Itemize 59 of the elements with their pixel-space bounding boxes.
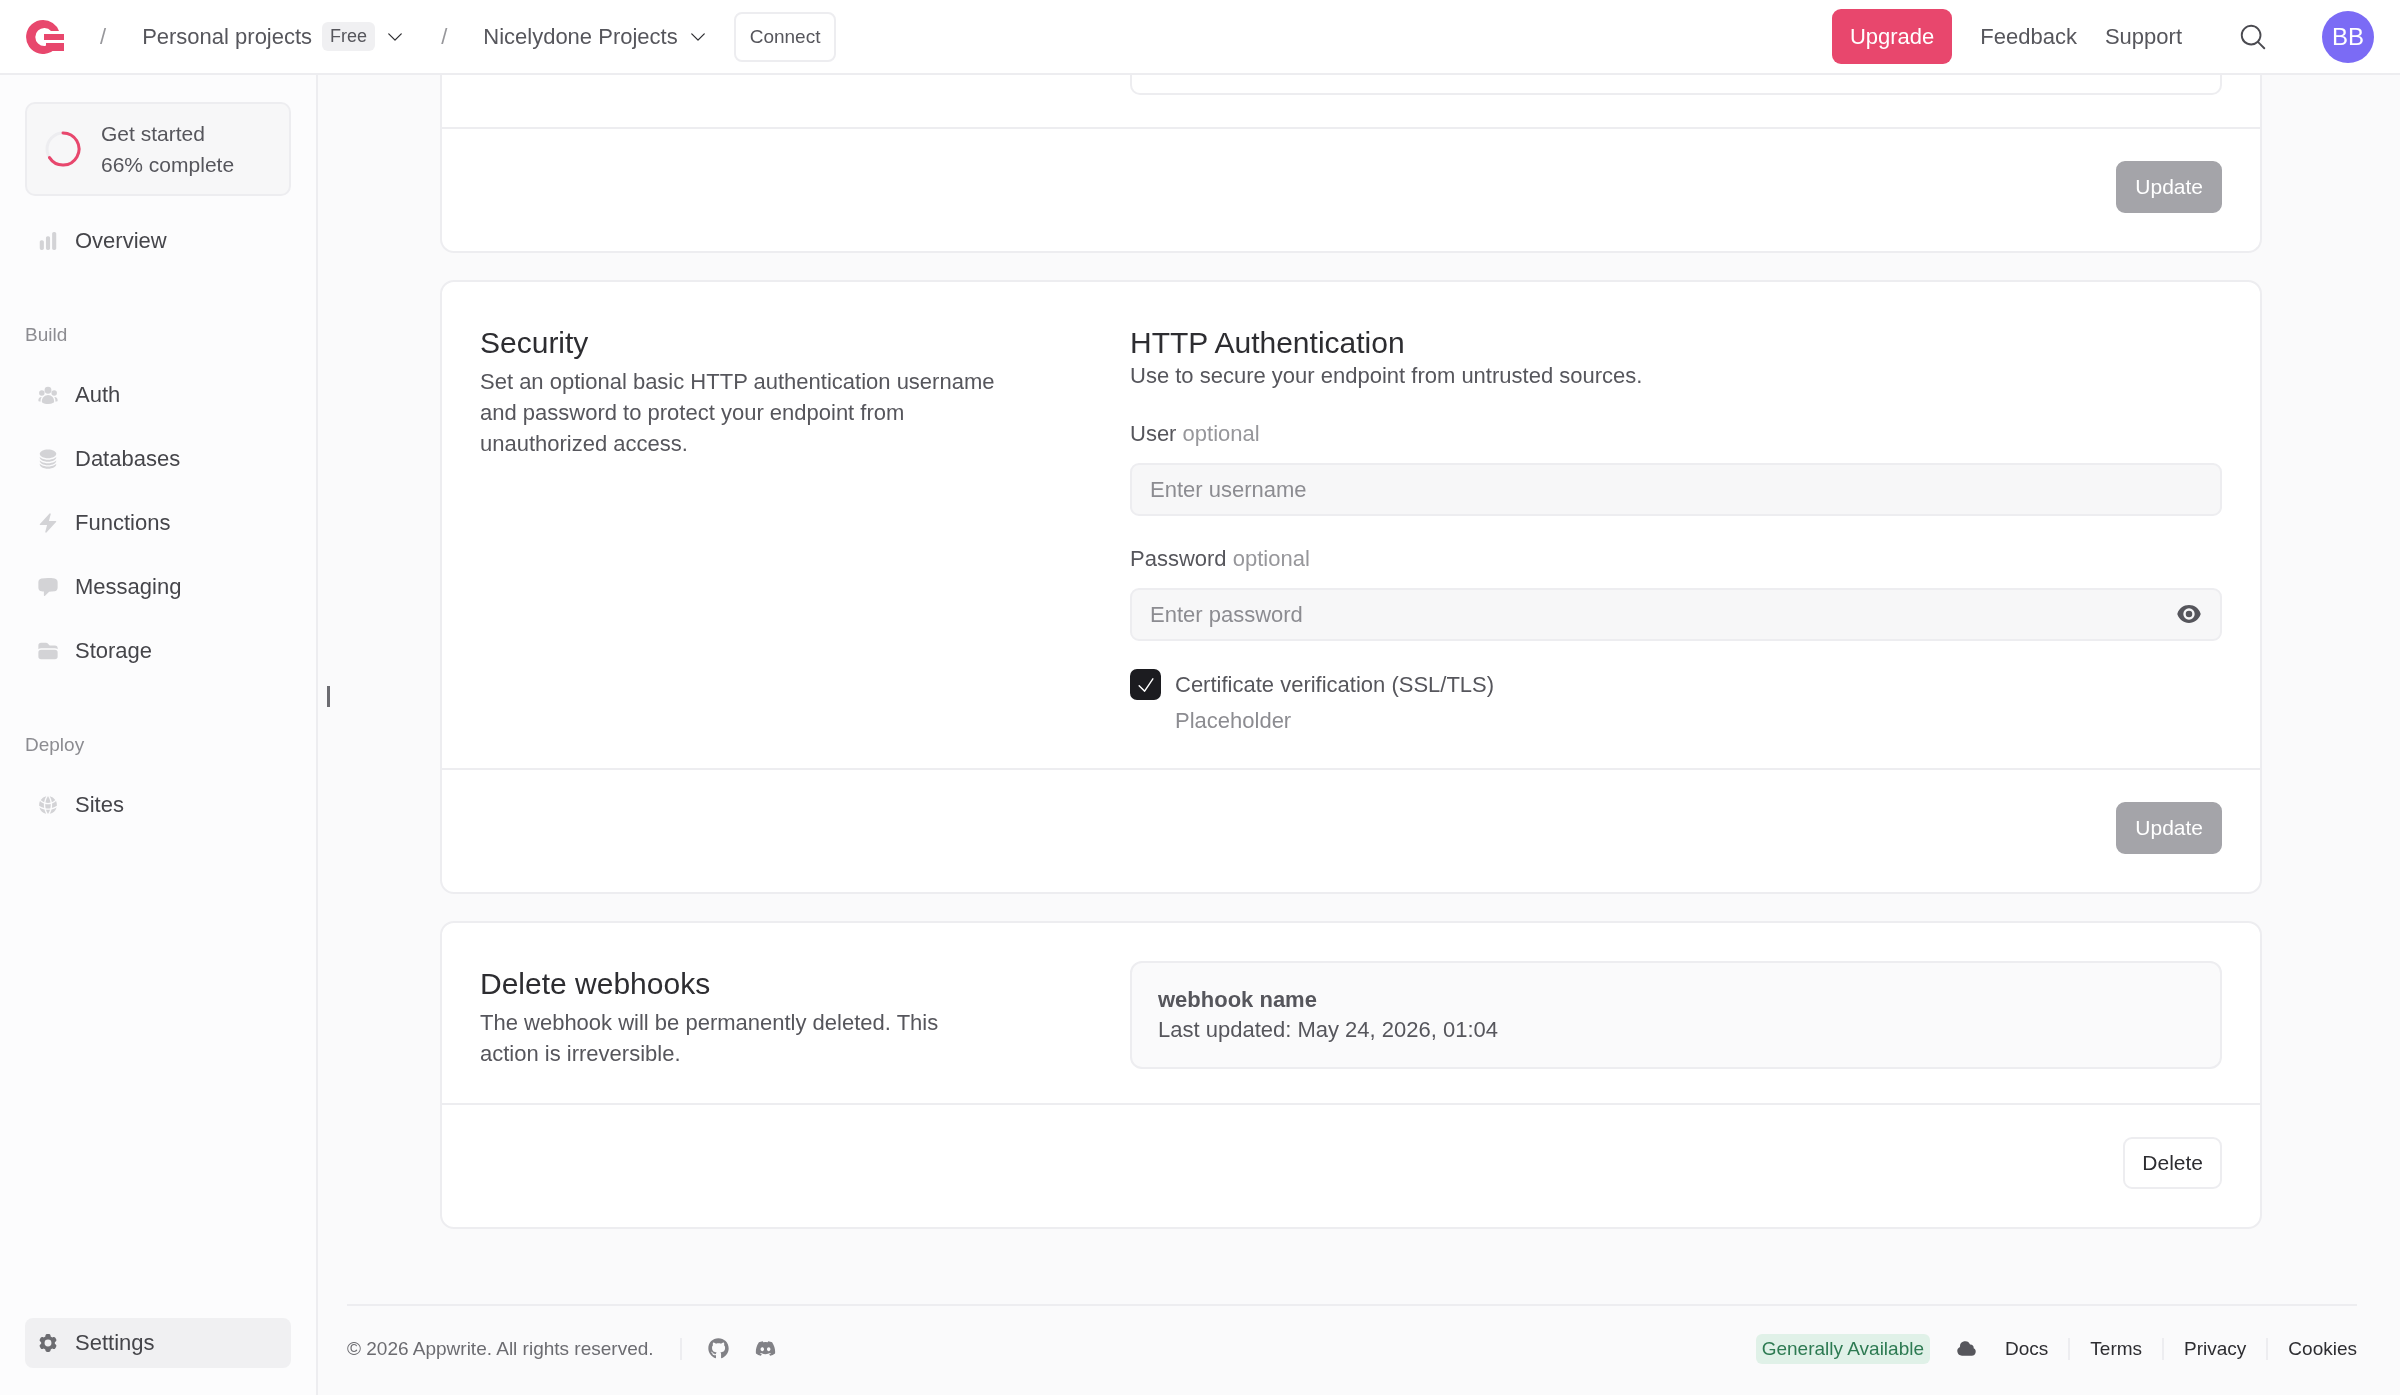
nav-item[interactable]: Settings [25, 1318, 291, 1368]
cloud-icon [1956, 1338, 1977, 1359]
footer-link[interactable]: Terms [2068, 1337, 2163, 1360]
bar-chart-icon [37, 230, 59, 252]
panel-title: HTTP Authentication [1130, 326, 1406, 360]
lightning-icon [37, 512, 59, 534]
webhook-name: webhook name [1158, 987, 1318, 1013]
logo[interactable] [26, 19, 64, 54]
nav-item[interactable]: Databases [25, 434, 291, 484]
progress-status: 66% complete [101, 152, 235, 178]
footer-link[interactable]: Privacy [2162, 1337, 2267, 1360]
plan-badge: Free [322, 22, 376, 51]
header-link[interactable]: Support [2104, 23, 2182, 50]
discord-icon[interactable] [754, 1338, 776, 1359]
checkbox[interactable] [1130, 669, 1161, 700]
nav-item[interactable]: Storage [25, 626, 291, 676]
field-label: Password optional [1130, 546, 1311, 572]
nav-section-title: Deploy [25, 734, 86, 756]
copyright-text: © 2026 Appwrite. All rights reserved. [347, 1337, 682, 1360]
user-avatar[interactable]: BB [2322, 10, 2374, 63]
breadcrumb-dropdown[interactable]: Personal projects Free [142, 22, 406, 51]
breadcrumb-separator: / [441, 23, 448, 50]
nav-item[interactable]: Functions [25, 498, 291, 548]
database-icon [37, 448, 59, 470]
checkbox-description: Placeholder [1175, 708, 1293, 734]
github-icon[interactable] [707, 1338, 729, 1359]
section-title: Delete webhooks [480, 967, 712, 1001]
panel-description: Use to secure your endpoint from untrusted sources. [1130, 362, 1644, 390]
input-field[interactable]: Enter username [1130, 463, 2222, 516]
progress-card[interactable]: Get started 66% complete [25, 102, 291, 196]
checkbox-label: Certificate verification (SSL/TLS) [1175, 671, 1495, 699]
breadcrumb-separator: / [100, 23, 107, 50]
users-icon [37, 384, 59, 406]
webhook-updated: Last updated: May 24, 2026, 01:04 [1158, 1017, 1500, 1043]
footer-link[interactable]: Docs [1985, 1337, 2069, 1360]
progress-title: Get started [101, 121, 206, 147]
nav-item[interactable]: Auth [25, 370, 291, 420]
settings-icon [37, 1332, 59, 1354]
nav-section-title: Build [25, 324, 69, 346]
chat-bubble-icon [37, 576, 59, 598]
nav-item[interactable]: Sites [25, 780, 291, 830]
folder-icon [37, 640, 59, 662]
progress-ring-icon [43, 129, 83, 169]
password-field[interactable]: Enter password [1130, 588, 2222, 641]
nav-item[interactable]: Messaging [25, 562, 291, 612]
footer-link[interactable]: Cookies [2266, 1337, 2357, 1360]
section-title: Security [480, 326, 590, 360]
upgrade-button[interactable]: Upgrade [1831, 9, 1953, 64]
nav-item[interactable]: Overview [25, 216, 291, 266]
field-label: User optional [1130, 421, 1261, 447]
delete-button[interactable]: Delete [2123, 1137, 2222, 1189]
connect-button[interactable]: Connect [733, 11, 837, 62]
section-description: Set an optional basic HTTP authentication username and password to protect your endpoint from unauthorized access. [480, 368, 996, 458]
header-link[interactable]: Feedback [1980, 23, 2077, 50]
resize-handle[interactable] [327, 686, 330, 707]
breadcrumb-dropdown[interactable]: Nicelydone Projects [483, 23, 708, 50]
status-badge: Generally Available [1755, 1333, 1930, 1364]
section-description: The webhook will be permanently deleted. This action is irreversible. [480, 1009, 940, 1068]
globe-icon [37, 794, 59, 816]
